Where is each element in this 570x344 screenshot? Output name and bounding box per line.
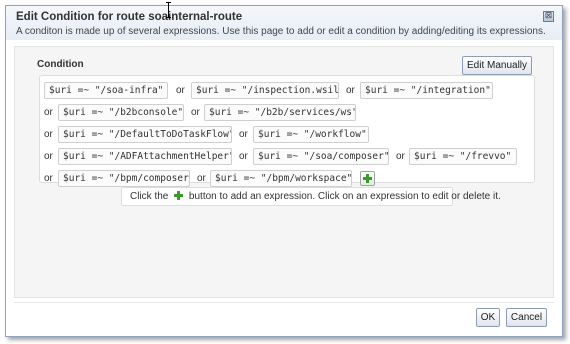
edit-manually-button[interactable]: Edit Manually <box>462 56 532 75</box>
expression-chip[interactable]: $uri =~ "/ADFAttachmentHelper" <box>58 148 232 165</box>
expression-chip[interactable]: $uri =~ "/bpm/composer" <box>58 170 190 187</box>
or-label: or <box>346 85 355 96</box>
expression-chip[interactable]: $uri =~ "/inspection.wsil" <box>191 82 339 99</box>
ok-button[interactable]: OK <box>476 308 500 327</box>
edit-condition-dialog: Edit Condition for route soainternal-rou… <box>5 5 563 337</box>
or-label: or <box>176 85 185 96</box>
add-expression-icon <box>363 174 372 183</box>
expression-chip[interactable]: $uri =~ "/frevvo" <box>409 148 517 165</box>
add-expression-button[interactable] <box>360 171 375 186</box>
text-cursor-icon <box>166 2 171 18</box>
or-label: or <box>191 107 200 118</box>
plus-icon <box>174 190 184 200</box>
expression-chip[interactable]: $uri =~ "/workflow" <box>253 126 369 143</box>
or-label: or <box>44 151 53 162</box>
hint-message: Click the button to add an expression. C… <box>121 187 501 206</box>
expression-chip[interactable]: $uri =~ "/b2bconsole" <box>58 104 184 121</box>
or-label: or <box>44 107 53 118</box>
condition-panel: Condition Edit Manually $uri =~ "/soa-in… <box>14 46 554 298</box>
dialog-header: Edit Condition for route soainternal-rou… <box>6 6 562 40</box>
or-label: or <box>44 129 53 140</box>
dialog-title: Edit Condition for route soainternal-rou… <box>16 11 243 23</box>
or-label: or <box>239 129 248 140</box>
condition-label: Condition <box>37 59 84 70</box>
or-label: or <box>396 151 405 162</box>
or-label: or <box>239 151 248 162</box>
close-icon[interactable]: ⊠ <box>543 11 554 22</box>
hint-text-after: button to add an expression. Click on an… <box>188 191 501 202</box>
cancel-button[interactable]: Cancel <box>506 308 547 327</box>
expression-chip[interactable]: $uri =~ "/DefaultToDoTaskFlow" <box>58 126 232 143</box>
dialog-subtitle: A conditon is made up of several express… <box>16 26 546 37</box>
or-label: or <box>197 173 206 184</box>
expression-chip[interactable]: $uri =~ "/soa-infra" <box>44 82 168 99</box>
expression-chip[interactable]: $uri =~ "/b2b/services/ws" <box>204 104 356 121</box>
footer-divider <box>14 302 554 303</box>
expression-chip[interactable]: $uri =~ "/soa/composer" <box>253 148 389 165</box>
expression-list: $uri =~ "/soa-infra" or $uri =~ "/inspec… <box>39 75 535 187</box>
expression-chip[interactable]: $uri =~ "/bpm/workspace" <box>210 170 352 187</box>
hint-text-before: Click the <box>130 191 169 202</box>
expression-chip[interactable]: $uri =~ "/integration" <box>360 82 493 99</box>
or-label: or <box>44 173 53 184</box>
